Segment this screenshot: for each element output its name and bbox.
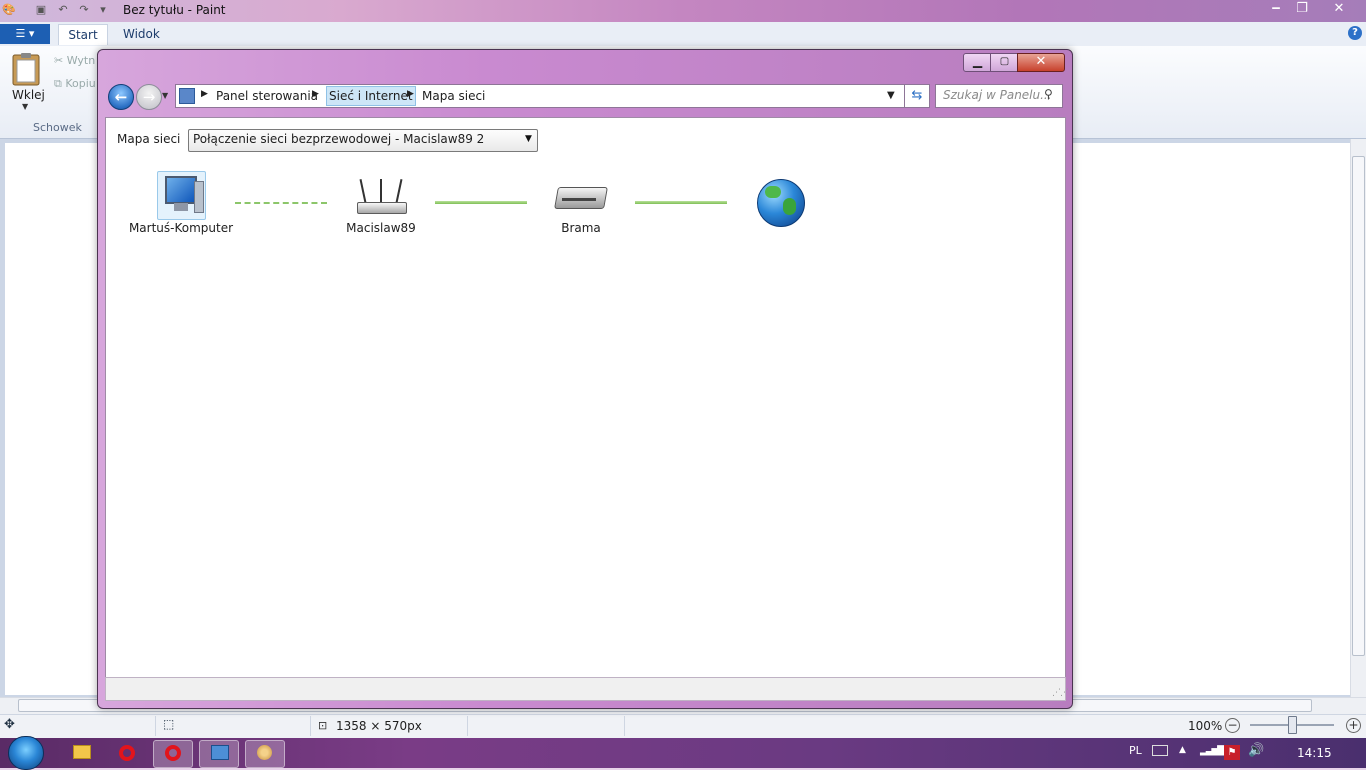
tab-view[interactable]: Widok [123, 26, 160, 42]
window-title: Bez tytułu - Paint [123, 3, 226, 17]
wireless-link [235, 202, 327, 204]
chevron-down-icon[interactable]: ▼ [525, 134, 532, 144]
search-icon[interactable]: ⚲ [1044, 87, 1053, 101]
selection-size-icon: ⬚ [163, 717, 175, 731]
volume-icon[interactable]: 🔊 [1248, 743, 1264, 758]
help-icon[interactable]: ? [1348, 26, 1362, 40]
router-icon[interactable] [357, 202, 407, 214]
status-divider [467, 716, 468, 736]
language-indicator[interactable]: PL [1129, 744, 1142, 757]
address-history-dropdown-icon[interactable]: ▼ [887, 90, 895, 101]
breadcrumb-arrow-icon[interactable]: ▶ [312, 89, 319, 99]
copy-button[interactable]: ⧉ Kopiu [54, 77, 96, 91]
breadcrumb-arrow-icon[interactable]: ▶ [407, 89, 414, 99]
globe-land-icon-part [783, 198, 796, 215]
map-label: Mapa sieci [117, 132, 181, 146]
control-panel-icon [211, 745, 229, 760]
folder-icon [73, 745, 91, 759]
control-panel-icon[interactable] [179, 88, 195, 104]
cut-button[interactable]: ✂ Wytn [54, 54, 95, 67]
status-divider [624, 716, 625, 736]
undo-icon[interactable]: ↶ [56, 3, 70, 17]
vertical-scroll-thumb[interactable] [1352, 156, 1365, 656]
zoom-out-button[interactable]: − [1225, 718, 1240, 733]
connection-select-value[interactable]: Połączenie sieci bezprzewodowej - Macisl… [193, 132, 484, 146]
window-statusbar [105, 677, 1066, 701]
wired-link [435, 201, 527, 204]
opera-icon [119, 745, 135, 761]
refresh-button[interactable]: ⇆ [904, 84, 930, 108]
paint-close-button[interactable]: ✕ [1326, 0, 1352, 18]
network-signal-icon[interactable]: ▂▃▅▇ [1200, 745, 1225, 756]
image-size: 1358 × 570px [336, 719, 422, 733]
breadcrumb-network-internet[interactable]: Sieć i Internet [326, 86, 416, 106]
breadcrumb-network-map[interactable]: Mapa sieci [422, 88, 485, 104]
computer-tower-icon-part [194, 181, 204, 213]
save-icon[interactable]: ▣ [34, 3, 48, 17]
keyboard-icon[interactable] [1152, 745, 1168, 756]
search-placeholder[interactable]: Szukaj w Panelu... [943, 88, 1052, 102]
scissors-icon: ✂ [54, 54, 67, 67]
opera-icon [165, 745, 181, 761]
clock[interactable]: 14:15 [1297, 746, 1332, 760]
action-center-flag-icon[interactable]: ⚑ [1224, 745, 1240, 760]
gateway-ports-icon-part [562, 198, 596, 201]
zoom-in-button[interactable]: + [1346, 718, 1361, 733]
ribbon-tab-bar [0, 22, 1366, 47]
breadcrumb-arrow-icon[interactable]: ▶ [201, 89, 208, 99]
breadcrumb-control-panel[interactable]: Panel sterowania [216, 88, 318, 104]
image-size-icon: ⊡ [318, 719, 328, 732]
file-menu-button[interactable]: ☰ ▾ [0, 24, 50, 44]
node-label-router[interactable]: Macislaw89 [316, 221, 446, 235]
zoom-slider-thumb[interactable] [1288, 716, 1297, 734]
paint-statusbar [0, 714, 1366, 739]
copy-label: Kopiu [65, 77, 96, 90]
globe-land-icon-part [765, 186, 781, 198]
ribbon-group-label: Schowek [33, 121, 82, 134]
copy-icon: ⧉ [54, 77, 66, 90]
computer-monitor-icon-part [165, 176, 197, 204]
paint-app-icon[interactable]: 🎨 [2, 3, 16, 17]
zoom-level: 100% [1188, 719, 1223, 733]
wired-link [635, 201, 727, 204]
cut-label: Wytn [66, 54, 96, 67]
show-hidden-icons-icon[interactable]: ▲ [1179, 745, 1186, 755]
maximize-button[interactable]: ▢ [990, 53, 1019, 72]
forward-button[interactable]: → [136, 84, 162, 110]
router-antenna-icon-part [380, 179, 382, 203]
paste-button[interactable]: Wklej [12, 88, 45, 102]
paint-restore-button[interactable]: ❐ [1289, 0, 1315, 18]
internet-globe-icon[interactable] [757, 179, 805, 227]
paste-dropdown-icon[interactable]: ▼ [22, 102, 28, 111]
paint-minimize-button[interactable]: ‒ [1263, 0, 1289, 18]
customize-toolbar-icon[interactable]: ▾ [96, 3, 110, 17]
recent-pages-icon[interactable]: ▼ [162, 91, 168, 100]
status-divider [155, 716, 156, 736]
redo-icon[interactable]: ↷ [77, 3, 91, 17]
back-button[interactable]: ← [108, 84, 134, 110]
paint-icon [257, 745, 272, 760]
close-button[interactable]: ✕ [1017, 53, 1065, 72]
start-button[interactable] [8, 736, 44, 770]
minimize-button[interactable]: ▁ [963, 53, 992, 72]
computer-base-icon-part [174, 203, 188, 211]
node-label-gateway[interactable]: Brama [516, 221, 646, 235]
cursor-position-icon: ✥ [4, 717, 15, 732]
status-divider [310, 716, 311, 736]
resize-grip-icon[interactable]: ⋰⋰ [1052, 688, 1069, 698]
clipboard-icon[interactable] [12, 52, 40, 86]
node-label-computer[interactable]: Martuś-Komputer [116, 221, 246, 235]
tab-start[interactable]: Start [58, 24, 108, 45]
